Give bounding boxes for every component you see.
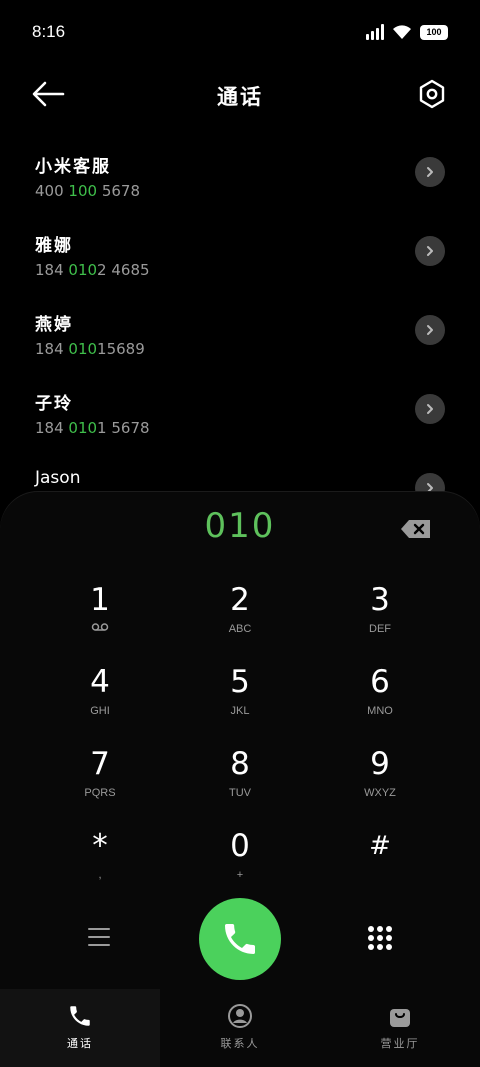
keypad: 1 2 ABC 3 DEF 4 GHI 5 JKL 6 MNO 7 PQRS 8… [30,580,450,908]
nav-label: 联系人 [220,1037,260,1050]
contact-number: 184 01015689 [35,340,145,358]
key-digit: 4 [90,664,110,700]
contact-number: 184 0102 4685 [35,261,150,279]
nav-item-contacts[interactable]: 联系人 [160,989,320,1067]
key-letters [91,622,109,636]
key-digit: 5 [230,664,250,700]
menu-button[interactable] [88,928,110,948]
key-3[interactable]: 3 DEF [310,580,450,662]
contact-details-button[interactable] [415,236,445,266]
contact-item[interactable]: 雅娜 184 0102 4685 [0,219,480,298]
nav-item-service-hall[interactable]: 营业厅 [320,989,480,1067]
nav-item-calls[interactable]: 通话 [0,989,160,1067]
chevron-right-icon [427,404,433,414]
key-9[interactable]: 9 WXYZ [310,744,450,826]
key-digit: 1 [90,582,110,618]
status-icons: 100 [366,24,448,40]
key-digit: 2 [230,582,250,618]
key-letters: JKL [230,705,250,717]
dialer-actions [0,898,480,982]
battery-level: 100 [426,27,442,37]
header: 通话 [0,64,480,124]
key-6[interactable]: 6 MNO [310,662,450,744]
key-digit: * [92,828,108,864]
contact-details-button[interactable] [415,157,445,187]
phone-icon [70,1006,90,1026]
backspace-button[interactable] [400,519,432,539]
chevron-right-icon [427,167,433,177]
contact-name: 燕婷 [35,315,73,335]
key-star[interactable]: * , [30,826,170,908]
contact-icon [228,1004,252,1028]
key-2[interactable]: 2 ABC [170,580,310,662]
contact-name: Jason [35,468,81,488]
phone-icon [225,924,255,954]
call-button[interactable] [199,898,281,980]
key-digit: 8 [230,746,250,782]
contact-suggestions: 小米客服 400 100 5678 雅娜 184 0102 4685 燕婷 18… [0,140,480,535]
contact-details-button[interactable] [415,394,445,424]
battery-icon: 100 [420,24,448,40]
key-hash[interactable]: # [310,826,450,908]
contact-item[interactable]: 小米客服 400 100 5678 [0,140,480,219]
contact-item[interactable]: 燕婷 184 01015689 [0,298,480,377]
contact-details-button[interactable] [415,315,445,345]
keypad-toggle-button[interactable] [368,926,392,950]
contact-name: 子玲 [35,394,73,414]
contact-item[interactable]: 子玲 184 0101 5678 [0,377,480,456]
backspace-icon [401,520,430,538]
key-letters: MNO [367,705,393,717]
chevron-right-icon [427,246,433,256]
status-time: 8:16 [32,22,66,41]
dialer-panel: 010 1 2 ABC 3 DEF 4 GHI 5 JKL 6 MNO 7 PQ… [0,492,480,1067]
key-1[interactable]: 1 [30,580,170,662]
key-digit: 6 [370,664,390,700]
settings-button[interactable] [416,78,448,110]
key-digit: 9 [370,746,390,782]
chevron-right-icon [427,325,433,335]
contact-name: 雅娜 [35,236,73,256]
key-letters: GHI [90,705,110,717]
page-title: 通话 [217,85,263,109]
key-letters: DEF [369,623,391,635]
key-digit: # [369,831,391,861]
key-8[interactable]: 8 TUV [170,744,310,826]
key-digit: 3 [370,582,390,618]
key-digit: 7 [90,746,110,782]
key-letters: PQRS [84,787,116,799]
key-5[interactable]: 5 JKL [170,662,310,744]
key-letters: WXYZ [364,787,396,799]
key-digit: 0 [230,828,250,864]
key-7[interactable]: 7 PQRS [30,744,170,826]
nav-label: 通话 [67,1037,93,1050]
contact-number: 184 0101 5678 [35,419,150,437]
wifi-icon [393,25,411,39]
contact-name: 小米客服 [35,157,111,177]
nav-label: 营业厅 [380,1037,420,1050]
settings-icon [419,79,445,109]
signal-icon [366,24,384,40]
key-letters: + [236,869,244,881]
bag-icon [390,1009,410,1027]
key-4[interactable]: 4 GHI [30,662,170,744]
key-letters: , [98,869,102,881]
key-letters: TUV [229,787,251,799]
voicemail-icon [91,623,109,631]
key-0[interactable]: 0 + [170,826,310,908]
status-bar: 8:16 100 [0,0,480,64]
contact-number: 400 100 5678 [35,182,140,200]
key-letters: ABC [228,623,252,635]
bottom-nav: 通话 联系人 营业厅 [0,989,480,1067]
